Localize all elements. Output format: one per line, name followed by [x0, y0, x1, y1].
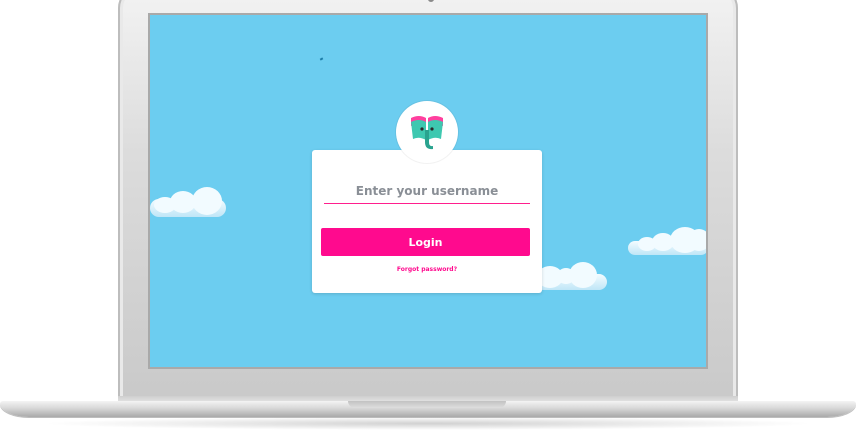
cloud-center [535, 260, 611, 292]
forgot-password-link[interactable]: Forgot password? [312, 266, 542, 273]
login-card: Login Forgot password? [312, 150, 542, 293]
login-button[interactable]: Login [321, 228, 530, 256]
elephant-book-logo-icon [411, 116, 443, 150]
laptop-notch [348, 401, 506, 408]
laptop-mockup: Login Forgot password? [0, 0, 856, 430]
cloud-right [628, 227, 706, 257]
bird-icon [319, 57, 324, 61]
login-screen: Login Forgot password? [150, 15, 706, 367]
cloud-left [150, 187, 230, 219]
username-input[interactable] [324, 178, 530, 204]
app-logo [396, 101, 458, 163]
laptop-shadow [40, 417, 816, 430]
